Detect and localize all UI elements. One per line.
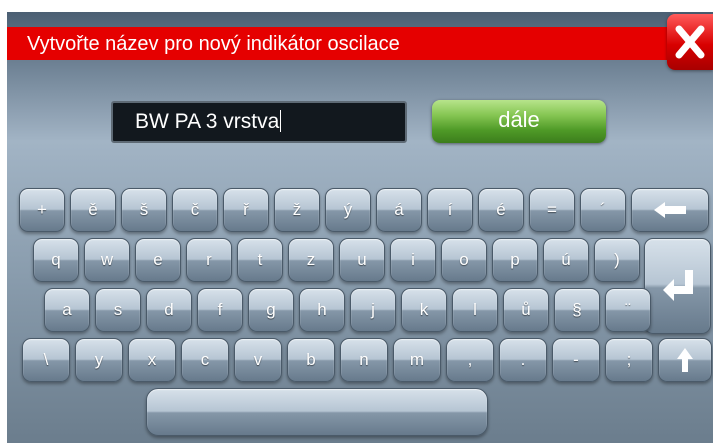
key[interactable]: l xyxy=(452,288,498,332)
key[interactable]: š xyxy=(121,188,167,232)
key[interactable]: § xyxy=(554,288,600,332)
key[interactable]: z xyxy=(288,238,334,282)
key[interactable]: č xyxy=(172,188,218,232)
key[interactable]: á xyxy=(376,188,422,232)
key[interactable]: w xyxy=(84,238,130,282)
key[interactable]: j xyxy=(350,288,396,332)
shift-key[interactable] xyxy=(658,338,712,382)
key[interactable]: ř xyxy=(223,188,269,232)
key[interactable]: x xyxy=(128,338,176,382)
enter-key[interactable] xyxy=(644,238,711,334)
name-input[interactable]: BW PA 3 vrstva xyxy=(111,101,407,143)
key[interactable]: r xyxy=(186,238,232,282)
key[interactable]: ú xyxy=(543,238,589,282)
text-caret xyxy=(280,109,282,132)
close-x-icon xyxy=(675,25,705,59)
key[interactable]: m xyxy=(393,338,441,382)
key[interactable]: ě xyxy=(70,188,116,232)
key[interactable]: p xyxy=(492,238,538,282)
next-button[interactable]: dále xyxy=(432,100,606,143)
key[interactable]: ¨ xyxy=(605,288,651,332)
key[interactable]: d xyxy=(146,288,192,332)
key[interactable]: = xyxy=(529,188,575,232)
screen: Vytvořte název pro nový indikátor oscila… xyxy=(7,12,713,443)
key[interactable]: v xyxy=(234,338,282,382)
key[interactable]: y xyxy=(75,338,123,382)
key[interactable]: é xyxy=(478,188,524,232)
key[interactable]: f xyxy=(197,288,243,332)
arrow-up-icon xyxy=(677,348,693,372)
key[interactable]: í xyxy=(427,188,473,232)
key[interactable]: ´ xyxy=(580,188,626,232)
key[interactable]: ů xyxy=(503,288,549,332)
title-bar: Vytvořte název pro nový indikátor oscila… xyxy=(7,27,713,60)
key[interactable]: t xyxy=(237,238,283,282)
enter-icon xyxy=(662,270,693,301)
key[interactable]: - xyxy=(552,338,600,382)
close-button[interactable] xyxy=(667,14,713,70)
name-input-value: BW PA 3 vrstva xyxy=(135,110,280,133)
key[interactable]: e xyxy=(135,238,181,282)
key[interactable]: . xyxy=(499,338,547,382)
backspace-key[interactable] xyxy=(631,188,709,232)
key[interactable]: \ xyxy=(22,338,70,382)
arrow-left-icon xyxy=(654,202,686,218)
key[interactable]: ; xyxy=(605,338,653,382)
key[interactable]: ž xyxy=(274,188,320,232)
key[interactable]: i xyxy=(390,238,436,282)
key[interactable]: ) xyxy=(594,238,640,282)
key[interactable]: k xyxy=(401,288,447,332)
key[interactable]: h xyxy=(299,288,345,332)
key[interactable]: + xyxy=(19,188,65,232)
key[interactable]: q xyxy=(33,238,79,282)
key[interactable]: c xyxy=(181,338,229,382)
key[interactable]: o xyxy=(441,238,487,282)
space-bar[interactable] xyxy=(146,388,488,436)
dialog-title: Vytvořte název pro nový indikátor oscila… xyxy=(27,33,400,55)
key[interactable]: , xyxy=(446,338,494,382)
key[interactable]: s xyxy=(95,288,141,332)
key[interactable]: b xyxy=(287,338,335,382)
key[interactable]: n xyxy=(340,338,388,382)
key[interactable]: g xyxy=(248,288,294,332)
key[interactable]: a xyxy=(44,288,90,332)
key[interactable]: ý xyxy=(325,188,371,232)
key[interactable]: u xyxy=(339,238,385,282)
